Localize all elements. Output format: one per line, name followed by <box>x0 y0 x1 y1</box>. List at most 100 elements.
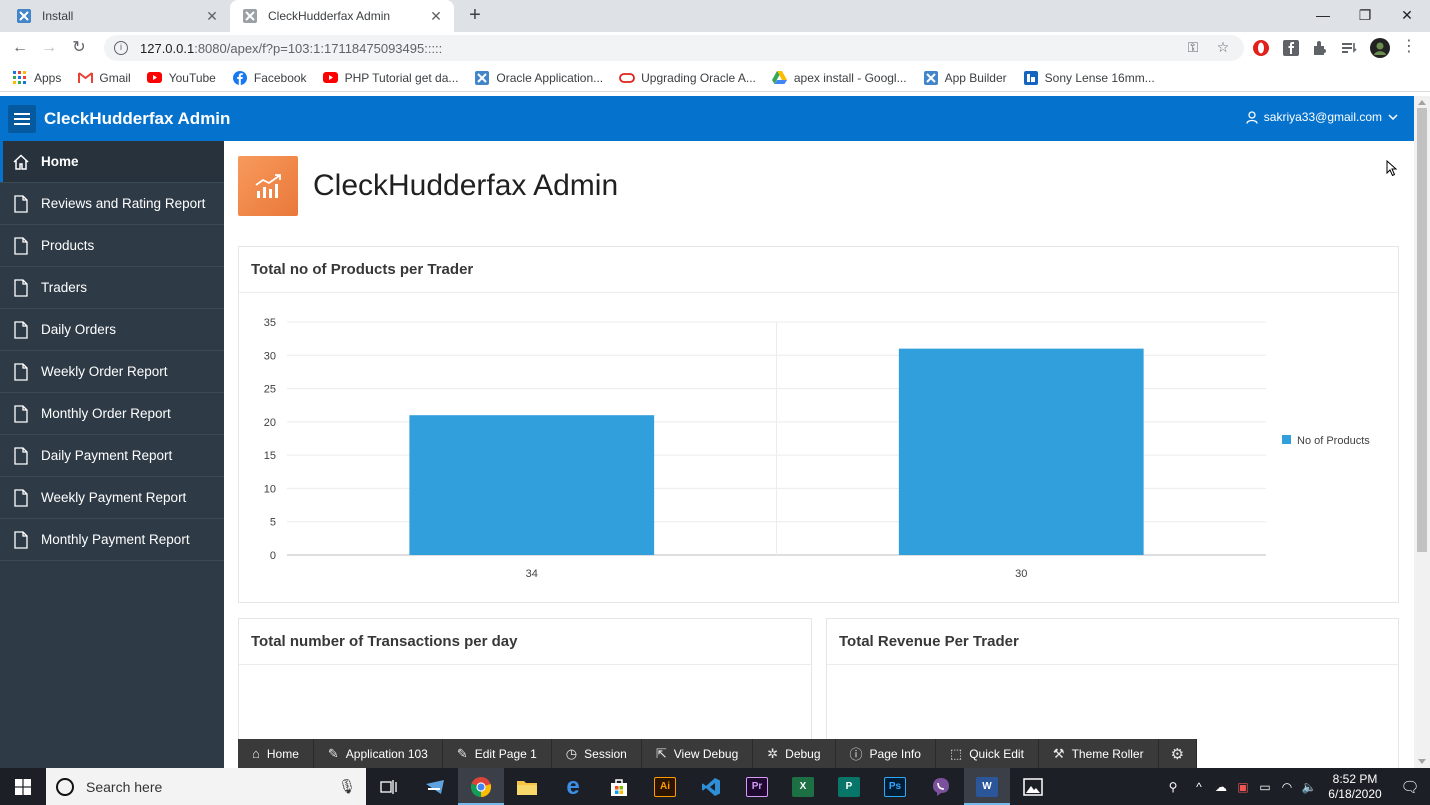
bookmark-youtube[interactable]: YouTube <box>147 70 216 86</box>
minimize-icon[interactable]: — <box>1302 0 1344 30</box>
edge-icon[interactable]: e <box>550 768 596 805</box>
page-icon <box>12 320 30 340</box>
taskbar-search[interactable]: Search here 🎙 <box>46 768 366 805</box>
store-icon[interactable] <box>596 768 642 805</box>
dev-page-info-button[interactable]: ⓘ Page Info <box>836 739 936 768</box>
sidebar-item-label: Daily Orders <box>41 322 117 337</box>
photoshop-icon[interactable]: Ps <box>872 768 918 805</box>
chrome-taskbar-icon[interactable] <box>458 768 504 805</box>
user-menu[interactable]: sakriya33@gmail.com <box>1246 110 1398 124</box>
dev-settings-button[interactable]: ⚙ <box>1159 739 1198 768</box>
chevron-up-icon[interactable]: ^ <box>1188 780 1210 794</box>
scroll-down-icon[interactable] <box>1418 759 1426 764</box>
browser-toolbar: ← → ↻ i 127.0.0.1:8080/apex/f?p=103:1:17… <box>0 32 1430 64</box>
battery-icon[interactable]: ▭ <box>1254 780 1276 794</box>
sidebar-item-weekly-payment-report[interactable]: Weekly Payment Report <box>0 477 224 519</box>
chrome-menu-icon[interactable]: ⋮ <box>1399 37 1419 57</box>
scroll-up-icon[interactable] <box>1418 100 1426 105</box>
page-scrollbar[interactable] <box>1414 96 1430 768</box>
sidebar-item-traders[interactable]: Traders <box>0 267 224 309</box>
window-close-icon[interactable]: ✕ <box>1386 0 1428 30</box>
mouse-cursor-icon <box>1386 160 1398 177</box>
sidebar-item-monthly-order-report[interactable]: Monthly Order Report <box>0 393 224 435</box>
sidebar-item-reviews[interactable]: Reviews and Rating Report <box>0 183 224 225</box>
profile-avatar[interactable] <box>1370 38 1390 58</box>
bookmark-facebook[interactable]: Facebook <box>232 70 307 86</box>
bookmark-gmail[interactable]: Gmail <box>77 70 131 86</box>
bookmark-php-tutorial[interactable]: PHP Tutorial get da... <box>323 70 458 86</box>
media-queue-icon[interactable] <box>1340 39 1358 57</box>
maximize-icon[interactable]: ❐ <box>1344 0 1386 30</box>
close-icon[interactable]: ✕ <box>204 8 220 25</box>
taskbar-app-icon[interactable] <box>412 768 458 805</box>
viber-icon[interactable] <box>918 768 964 805</box>
dev-view-debug-button[interactable]: ⇱ View Debug <box>642 739 754 768</box>
opera-icon[interactable] <box>1252 39 1270 57</box>
bookmark-label: Facebook <box>253 70 307 85</box>
close-icon[interactable]: ✕ <box>428 8 444 25</box>
taskbar-clock[interactable]: 8:52 PM 6/18/2020 <box>1320 772 1390 802</box>
bookmark-apps[interactable]: Apps <box>12 70 61 86</box>
address-bar[interactable]: i 127.0.0.1:8080/apex/f?p=103:1:17118475… <box>104 35 1244 61</box>
volume-icon[interactable]: 🔈 <box>1298 780 1320 794</box>
star-icon[interactable]: ☆ <box>1213 37 1233 57</box>
key-icon[interactable]: ⚿ <box>1183 37 1203 57</box>
developer-toolbar: ⌂ Home ✎ Application 103 ✎ Edit Page 1 ◷ Ses… <box>238 739 1198 768</box>
sidebar-item-weekly-order-report[interactable]: Weekly Order Report <box>0 351 224 393</box>
menu-toggle-icon[interactable] <box>8 104 36 133</box>
region-title: Total Revenue Per Trader <box>827 619 1398 665</box>
extensions-icon[interactable] <box>1311 39 1329 57</box>
premiere-icon[interactable]: Pr <box>734 768 780 805</box>
bar <box>898 348 1144 555</box>
bookmarks-bar: Apps Gmail YouTube Facebook PHP Tutorial… <box>0 64 1430 92</box>
dev-home-button[interactable]: ⌂ Home <box>238 739 314 768</box>
sidebar-item-home[interactable]: Home <box>0 141 224 183</box>
sidebar-item-monthly-payment-report[interactable]: Monthly Payment Report <box>0 519 224 561</box>
file-explorer-icon[interactable] <box>504 768 550 805</box>
page-icon <box>12 530 30 550</box>
new-tab-button[interactable]: + <box>464 4 486 26</box>
page-icon <box>12 278 30 298</box>
scrollbar-thumb[interactable] <box>1417 108 1427 552</box>
photos-icon[interactable] <box>1010 768 1056 805</box>
antivirus-icon[interactable]: ▣ <box>1232 780 1254 794</box>
publisher-icon[interactable]: P <box>826 768 872 805</box>
people-icon[interactable]: ⚲ <box>1158 780 1188 794</box>
onedrive-icon[interactable]: ☁ <box>1210 780 1232 794</box>
browser-tab-active[interactable]: CleckHudderfax Admin ✕ <box>230 0 454 32</box>
notifications-icon[interactable]: 🗨 <box>1390 778 1430 796</box>
excel-icon[interactable]: X <box>780 768 826 805</box>
sidebar-item-daily-payment-report[interactable]: Daily Payment Report <box>0 435 224 477</box>
windows-start-icon[interactable] <box>0 768 46 805</box>
word-icon[interactable]: W <box>964 768 1010 805</box>
bookmark-apex-install[interactable]: apex install - Googl... <box>772 70 907 86</box>
dev-theme-roller-button[interactable]: ⚒ Theme Roller <box>1039 739 1159 768</box>
illustrator-icon[interactable]: Ai <box>642 768 688 805</box>
sidebar-item-products[interactable]: Products <box>0 225 224 267</box>
facebook-ext-icon[interactable] <box>1282 39 1300 57</box>
bookmark-upgrading-oracle[interactable]: Upgrading Oracle A... <box>619 70 756 86</box>
tab-title: CleckHudderfax Admin <box>268 9 391 23</box>
browser-tab-install[interactable]: Install ✕ <box>4 0 230 32</box>
page-icon <box>12 446 30 466</box>
products-bar-chart: 0 5 10 15 20 25 30 35 34 30 No of Products <box>264 317 1371 580</box>
microphone-icon[interactable]: 🎙 <box>338 778 356 795</box>
bookmark-app-builder[interactable]: App Builder <box>923 70 1007 86</box>
dev-application-button[interactable]: ✎ Application 103 <box>314 739 443 768</box>
forward-icon[interactable]: → <box>38 37 60 59</box>
wifi-icon[interactable]: ◠ <box>1276 780 1298 794</box>
vscode-icon[interactable] <box>688 768 734 805</box>
bookmark-sony-lense[interactable]: Sony Lense 16mm... <box>1023 70 1155 86</box>
task-view-icon[interactable] <box>366 768 412 805</box>
dev-quick-edit-button[interactable]: ⬚ Quick Edit <box>936 739 1039 768</box>
sidebar-item-daily-orders[interactable]: Daily Orders <box>0 309 224 351</box>
dev-session-button[interactable]: ◷ Session <box>552 739 642 768</box>
bookmark-label: Oracle Application... <box>496 70 604 85</box>
bookmark-oracle-application[interactable]: Oracle Application... <box>474 70 603 86</box>
reload-icon[interactable]: ↻ <box>68 37 90 59</box>
dev-debug-button[interactable]: ✲ Debug <box>753 739 836 768</box>
back-icon[interactable]: ← <box>9 37 31 59</box>
site-info-icon[interactable]: i <box>114 41 128 55</box>
app-title[interactable]: CleckHudderfax Admin <box>44 109 230 129</box>
dev-edit-page-button[interactable]: ✎ Edit Page 1 <box>443 739 552 768</box>
